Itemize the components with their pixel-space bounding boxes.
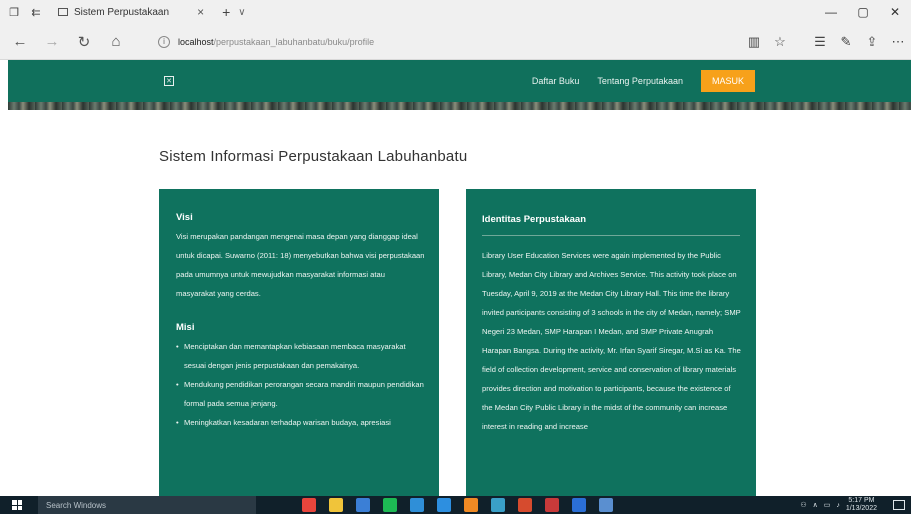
- forward-icon[interactable]: →: [40, 33, 64, 50]
- visi-misi-card: Visi Visi merupakan pandangan mengenai m…: [159, 189, 439, 496]
- site-header: ✕ Daftar Buku Tentang Perputakaan MASUK: [8, 60, 911, 102]
- list-item: Mendukung pendidikan perorangan secara m…: [176, 375, 425, 413]
- volume-icon[interactable]: ♪: [836, 502, 840, 509]
- reading-view-icon[interactable]: ▥: [741, 34, 767, 50]
- windows-search-input[interactable]: Search Windows: [38, 496, 256, 514]
- visi-text: Visi merupakan pandangan mengenai masa d…: [176, 232, 425, 298]
- clock-time: 5:17 PM: [848, 497, 875, 504]
- header-banner-image: [8, 102, 911, 110]
- vscode-icon[interactable]: [437, 498, 451, 512]
- chrome-icon[interactable]: [302, 498, 316, 512]
- browser-tab[interactable]: Sistem Perpustakaan ×: [50, 1, 213, 23]
- minimize-button[interactable]: —: [815, 5, 847, 19]
- url-input[interactable]: i localhost/perpustakaan_labuhanbatu/buk…: [158, 29, 728, 54]
- back-icon[interactable]: ←: [8, 33, 32, 50]
- restore-button[interactable]: ▢: [847, 5, 879, 19]
- list-item: Meningkatkan kesadaran terhadap warisan …: [176, 413, 425, 432]
- page-icon: [58, 8, 68, 16]
- browser-tab-bar: ❐ ⇇ Sistem Perpustakaan × + ∨ — ▢ ✕: [0, 0, 911, 24]
- photos-icon[interactable]: [599, 498, 613, 512]
- refresh-icon[interactable]: ↻: [72, 33, 96, 51]
- people-icon[interactable]: ⚇: [800, 501, 806, 509]
- window-controls: — ▢ ✕: [815, 5, 911, 19]
- file-manager-icon[interactable]: [329, 498, 343, 512]
- url-host: localhost: [178, 36, 214, 47]
- clock-date: 1/13/2022: [845, 505, 877, 512]
- visi-heading: Visi: [176, 212, 193, 223]
- tab-close-icon[interactable]: ×: [197, 5, 204, 19]
- tab-title: Sistem Perpustakaan: [74, 6, 170, 18]
- identitas-heading: Identitas Perpustakaan: [482, 214, 587, 225]
- page-title: Sistem Informasi Perpustakaan Labuhanbat…: [159, 148, 468, 165]
- identitas-text: Library User Education Services were aga…: [482, 251, 741, 431]
- info-icon[interactable]: i: [158, 35, 170, 48]
- list-item: Menciptakan dan memantapkan kebiasaan me…: [176, 337, 425, 375]
- game-icon[interactable]: [545, 498, 559, 512]
- misi-list: Menciptakan dan memantapkan kebiasaan me…: [176, 337, 425, 432]
- network-icon[interactable]: ▭: [824, 501, 831, 509]
- address-bar: ← → ↻ ⌂ i localhost/perpustakaan_labuhan…: [0, 24, 911, 60]
- search-placeholder: Search Windows: [46, 500, 107, 510]
- favorite-star-icon[interactable]: ☆: [767, 34, 793, 50]
- windows-start-icon[interactable]: [12, 500, 22, 510]
- office-icon[interactable]: [518, 498, 532, 512]
- tray-chevron-icon[interactable]: ∧: [813, 501, 818, 509]
- close-window-button[interactable]: ✕: [879, 5, 911, 19]
- divider: [482, 235, 740, 236]
- blue-app-icon[interactable]: [572, 498, 586, 512]
- home-icon[interactable]: ⌂: [104, 33, 128, 50]
- favorites-hub-icon[interactable]: ☰: [807, 34, 833, 50]
- url-path: /perpustakaan_labuhanbatu/buku/profile: [213, 36, 375, 47]
- nav-tentang-perpustakaan[interactable]: Tentang Perputakaan: [597, 76, 683, 86]
- site-nav: Daftar Buku Tentang Perputakaan MASUK: [514, 70, 755, 92]
- browser-icon[interactable]: [356, 498, 370, 512]
- spotify-icon[interactable]: [383, 498, 397, 512]
- system-tray: ⚇ ∧ ▭ ♪ 5:17 PM 1/13/2022: [800, 497, 911, 513]
- edge-icon[interactable]: [410, 498, 424, 512]
- login-button[interactable]: MASUK: [700, 70, 755, 92]
- address-bar-actions: ▥ ☆ ☰ ✎ ⇪ ⋯: [741, 34, 911, 50]
- app-icon[interactable]: [491, 498, 505, 512]
- misi-heading: Misi: [176, 322, 195, 333]
- menu-toggle-icon[interactable]: ✕: [164, 76, 174, 86]
- notes-pen-icon[interactable]: ✎: [833, 34, 859, 50]
- identitas-card: Identitas Perpustakaan Library User Educ…: [466, 189, 756, 496]
- new-tab-button[interactable]: +: [222, 4, 230, 20]
- notification-icon[interactable]: [893, 500, 905, 510]
- tab-actions-icon[interactable]: ❐: [6, 4, 22, 20]
- windows-taskbar: Search Windows ⚇ ∧ ▭ ♪ 5:17 PM 1/13/2022: [0, 496, 911, 514]
- more-options-icon[interactable]: ⋯: [885, 34, 911, 50]
- chevron-down-icon[interactable]: ∨: [238, 7, 245, 18]
- taskbar-apps: [302, 498, 626, 512]
- nav-daftar-buku[interactable]: Daftar Buku: [532, 76, 580, 86]
- share-icon[interactable]: ⇪: [859, 34, 885, 50]
- tabs-aside-icon[interactable]: ⇇: [28, 4, 44, 20]
- clock[interactable]: 5:17 PM 1/13/2022: [846, 497, 883, 513]
- sublime-icon[interactable]: [464, 498, 478, 512]
